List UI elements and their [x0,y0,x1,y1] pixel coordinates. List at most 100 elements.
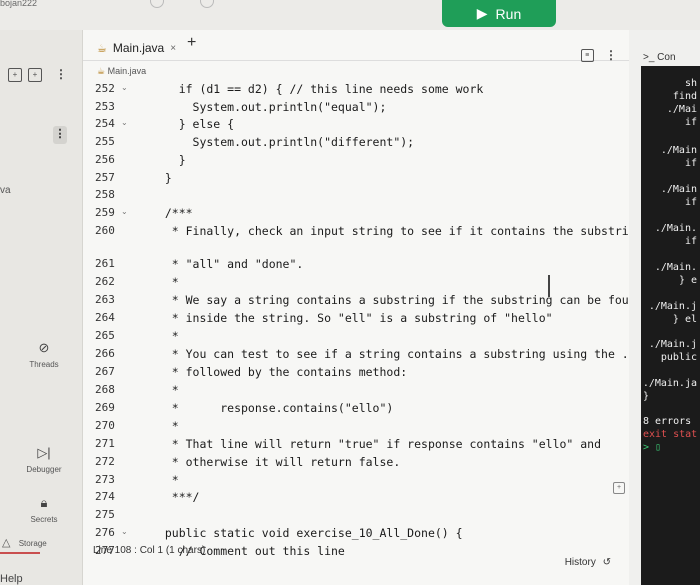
active-indicator [0,552,40,554]
code-line[interactable]: public static void exercise_10_All_Done(… [151,526,463,540]
code-line[interactable]: } else { [151,117,234,131]
line-number: 257 [95,171,115,184]
code-line[interactable]: * "all" and "done". [151,257,304,271]
line-number: 261 [95,257,115,270]
run-label: Run [495,5,522,22]
console-line: sh [684,78,697,89]
new-folder-icon[interactable]: + [28,68,42,82]
console-line: ./Main.j [648,301,697,312]
threads-label: Threads [29,360,59,369]
console-line: if [684,158,697,169]
code-line[interactable]: /*** [151,206,193,220]
console-line: if [684,117,697,128]
format-icon[interactable]: ≡ [580,49,594,63]
more-options-icon[interactable]: ⋮ [55,67,67,81]
code-line[interactable]: System.out.println("equal"); [151,100,387,114]
code-line[interactable]: * We say a string contains a substring i… [151,293,643,307]
file-tree-item[interactable]: va [0,185,11,196]
code-editor[interactable]: ☕︎ Main.java × + ≡ ⋮ ☕︎ Main.java 252 ⌄ i… [83,30,643,585]
console-line: > ▯ [643,442,662,453]
top-bar: bojan222 ▶ Run [0,0,700,30]
threads-tool[interactable]: ⊘ Threads [14,340,74,369]
console-line: if [684,236,697,247]
secrets-tool[interactable]: 🔒︎ Secrets [14,495,74,524]
fold-toggle-icon[interactable]: ⌄ [121,118,128,127]
storage-tool[interactable]: △ Storage [0,536,47,549]
debugger-tool[interactable]: ▷| Debugger [14,445,74,474]
line-number: 253 [95,100,115,113]
resize-handle[interactable] [548,275,550,297]
run-button[interactable]: ▶ Run [442,0,556,27]
console-line: } el [672,314,697,325]
left-sidebar: + + ⋮ ⋮ va ⊘ Threads ▷| Debugger 🔒︎ Secr… [0,30,83,585]
line-number: 271 [95,437,115,450]
new-file-icon[interactable]: + [8,68,22,82]
code-line[interactable]: System.out.println("different"); [151,135,415,149]
fold-toggle-icon[interactable]: ⌄ [121,207,128,216]
debugger-label: Debugger [26,465,62,474]
line-number: 270 [95,419,115,432]
line-number: 274 [95,490,115,503]
console-line: ./Main.ja [642,378,697,389]
console-line: public [660,352,697,363]
console-line: if [684,197,697,208]
threads-icon: ⊘ [38,340,50,355]
code-line[interactable]: * [151,419,179,433]
file-path-label: Main.java [107,66,147,76]
history-button[interactable]: History ↺ [565,557,611,568]
console-line: } e [678,275,697,286]
play-icon: ▶ [476,5,488,21]
code-line[interactable]: * [151,473,179,487]
code-line[interactable]: * followed by the contains method: [151,365,407,379]
tab-main-java[interactable]: ☕︎ Main.java × [89,36,185,60]
code-line[interactable]: * That line will return "true" if respon… [151,437,601,451]
code-line[interactable]: * Finally, check an input string to see … [151,224,643,238]
collapse-icon[interactable]: + [613,482,625,494]
add-tab-button[interactable]: + [187,34,196,52]
code-line[interactable]: * [151,275,179,289]
line-number: 275 [95,508,115,521]
code-line[interactable]: * [151,329,179,343]
code-line[interactable]: * otherwise it will return false. [151,455,400,469]
code-line[interactable]: ***/ [151,490,200,504]
more-options-icon[interactable]: ⋮ [605,48,617,62]
code-line[interactable]: * You can test to see if a string contai… [151,347,629,361]
editor-tab-bar: ☕︎ Main.java × + [83,30,629,61]
code-line[interactable]: if (d1 == d2) { // this line needs some … [151,82,484,96]
console-line: ./Main.j [648,339,697,350]
code-line[interactable]: * [151,383,179,397]
line-number: 272 [95,455,115,468]
line-number: 259 [95,206,115,219]
code-line[interactable]: } [151,153,186,167]
line-number: 269 [95,401,115,414]
console-line: ./Main [660,184,697,195]
close-tab-icon[interactable]: × [170,43,176,54]
breadcrumb[interactable]: bojan222 [0,0,37,8]
sync-icon[interactable] [200,0,214,8]
cursor-position: Line 108 : Col 1 (1 chars) [93,545,206,556]
code-line[interactable]: } [151,171,172,185]
storage-icon: △ [2,537,11,549]
console-line: ./Main. [654,262,697,273]
tab-console[interactable]: >_ Con [643,52,676,63]
debugger-icon: ▷| [37,445,51,460]
code-line[interactable]: * response.contains("ello") [151,401,394,415]
fold-toggle-icon[interactable]: ⌄ [121,83,128,92]
line-number: 266 [95,347,115,360]
file-breadcrumb[interactable]: ☕︎ Main.java [97,66,146,77]
line-number: 264 [95,311,115,324]
console-line: ./Mai [666,104,697,115]
console-line: 8 errors [643,416,692,427]
code-line[interactable]: * inside the string. So "ell" is a subst… [151,311,553,325]
console-output[interactable]: sh find ./Mai if ./Main if ./Main if ./Main. if ./… [641,66,700,585]
console-line: find [672,91,697,102]
help-menu[interactable]: Help [0,573,23,585]
line-number: 255 [95,135,115,148]
more-options-button[interactable]: ⋮ [53,126,67,144]
fold-toggle-icon[interactable]: ⌄ [121,527,128,536]
history-icon[interactable] [150,0,164,8]
line-number: 262 [95,275,115,288]
line-number: 254 [95,117,115,130]
editor-toolbar: ≡ ⋮ [580,48,617,63]
line-number: 256 [95,153,115,166]
